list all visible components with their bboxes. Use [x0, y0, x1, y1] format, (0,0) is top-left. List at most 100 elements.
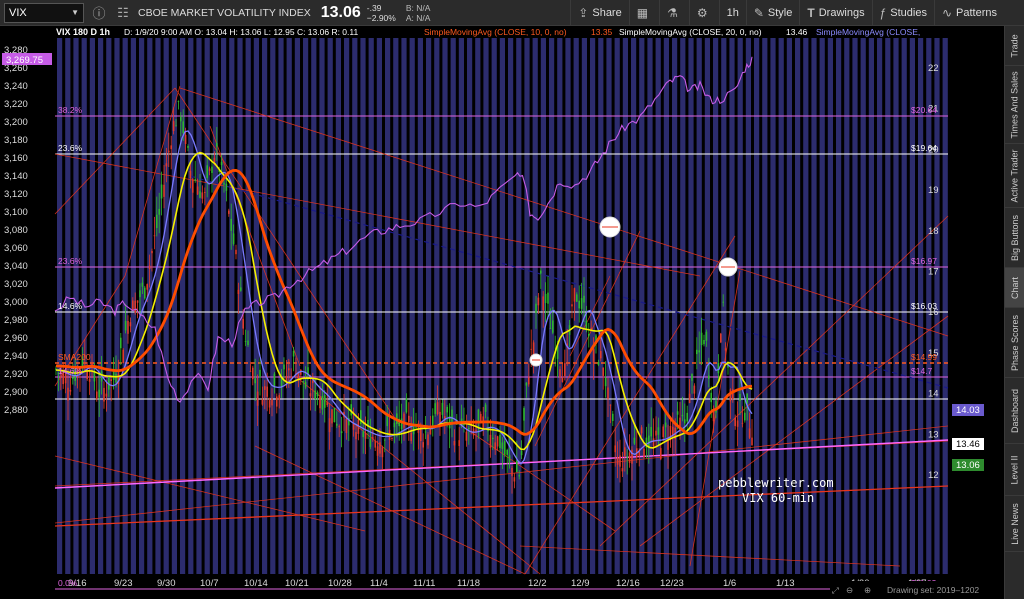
- session-band: [417, 38, 423, 574]
- candle-body: [504, 441, 506, 455]
- sidebar-tab-level-ii[interactable]: Level II: [1005, 444, 1024, 496]
- candle-body: [544, 293, 547, 303]
- sidebar-tab-active-trader[interactable]: Active Trader: [1005, 144, 1024, 208]
- sidebar-tab-dashboard[interactable]: Dashboard: [1005, 378, 1024, 444]
- grid-button[interactable]: ▦: [628, 0, 659, 26]
- right-sidebar: Trade Times And Sales Active Trader Big But…: [1004, 26, 1024, 599]
- candle-body: [266, 386, 268, 397]
- left-price-axis: 3,2803,2603,2403,2203,2003,1803,1603,140…: [4, 45, 28, 416]
- sidebar-tab-chart[interactable]: Chart: [1005, 268, 1024, 308]
- candle-body: [232, 233, 235, 244]
- patterns-button[interactable]: ∿ Patterns: [933, 0, 1004, 26]
- x-axis-tick-label: 1/13: [776, 578, 795, 589]
- session-band: [426, 38, 432, 574]
- candle-body: [129, 322, 132, 327]
- chevron-down-icon[interactable]: ▼: [71, 8, 79, 17]
- session-band: [409, 38, 415, 574]
- candle-body: [405, 398, 408, 413]
- drawings-button[interactable]: T Drawings: [799, 0, 871, 26]
- ask-value: A: N/A: [405, 12, 431, 23]
- candle-body: [736, 420, 739, 427]
- candle-body: [655, 430, 657, 436]
- price-chart[interactable]: VIX 180 D 1h D: 1/9/20 9:00 AM O: 13.04 …: [0, 26, 1004, 599]
- fib-level-left-label: 0.0%: [58, 578, 78, 588]
- x-axis-tick-label: 10/7: [200, 578, 219, 589]
- left-axis-tick-label: 2,980: [4, 315, 28, 326]
- zoom-in-icon[interactable]: ⊕: [864, 585, 871, 595]
- candle-body: [520, 450, 523, 456]
- left-axis-tick-label: 2,880: [4, 405, 28, 416]
- candle-body: [506, 449, 508, 455]
- settings-button[interactable]: ⚙: [688, 0, 719, 26]
- x-axis-tick-label: 12/9: [571, 578, 590, 589]
- candle-body: [192, 179, 194, 193]
- left-axis-tick-label: 3,140: [4, 171, 28, 182]
- candle-body: [345, 419, 348, 433]
- sidebar-tab-times-and-sales[interactable]: Times And Sales: [1005, 66, 1024, 144]
- sidebar-tab-live-news[interactable]: Live News: [1005, 496, 1024, 552]
- session-band: [401, 38, 407, 574]
- share-button[interactable]: ⇪ Share: [570, 0, 628, 26]
- candle-body: [484, 404, 487, 412]
- session-band: [171, 38, 177, 574]
- info-icon[interactable]: ⓘ: [90, 4, 108, 22]
- candle-body: [650, 427, 652, 437]
- candle-body: [724, 348, 727, 351]
- candle-body: [314, 390, 316, 399]
- candle-body: [571, 304, 573, 307]
- study1-value: 13.35: [591, 27, 613, 37]
- session-band: [360, 38, 366, 574]
- session-band: [475, 38, 481, 574]
- candle-body: [362, 431, 364, 438]
- candle-body: [240, 287, 242, 291]
- top-toolbar: VIX ▼ ⓘ ☷ CBOE MARKET VOLATILITY INDEX 1…: [0, 0, 1024, 26]
- drawing-set-label[interactable]: Drawing set: 2019–1202: [887, 585, 979, 595]
- sidebar-tab-phase-scores[interactable]: Phase Scores: [1005, 308, 1024, 378]
- left-axis-tick-label: 3,220: [4, 99, 28, 110]
- flask-button[interactable]: ⚗: [659, 0, 689, 26]
- candle-body: [657, 427, 660, 435]
- candle-body: [614, 445, 616, 453]
- fib-level-left-label: 23.6%: [58, 256, 83, 266]
- chart-area[interactable]: VIX 180 D 1h D: 1/9/20 9:00 AM O: 13.04 …: [0, 26, 1004, 599]
- candle-body: [379, 442, 381, 454]
- studies-button[interactable]: ƒ Studies: [871, 0, 934, 26]
- session-band: [704, 38, 710, 574]
- timeframe-button[interactable]: 1h: [718, 0, 746, 26]
- candle-body: [211, 166, 213, 173]
- last-price: 13.06: [320, 3, 361, 21]
- left-axis-tick-label: 3,160: [4, 153, 28, 164]
- candle-body: [391, 438, 393, 439]
- symbol-selector[interactable]: VIX ▼: [4, 2, 84, 23]
- fib-level-right-label: $14.99: [911, 352, 937, 362]
- candle-body: [271, 398, 273, 406]
- zoom-out-icon[interactable]: ⊖: [846, 585, 853, 595]
- candle-body: [712, 410, 715, 422]
- candle-body: [328, 418, 331, 433]
- candle-body: [604, 377, 607, 387]
- candle-body: [105, 393, 108, 397]
- left-axis-tick-label: 3,000: [4, 297, 28, 308]
- symbol-input[interactable]: VIX: [9, 7, 27, 19]
- candle-body: [696, 349, 698, 355]
- style-button[interactable]: ✎ Style: [745, 0, 800, 26]
- left-axis-tick-label: 2,960: [4, 333, 28, 344]
- candle-body: [465, 431, 468, 441]
- candle-body: [552, 320, 554, 333]
- session-band: [155, 38, 161, 574]
- session-band: [622, 38, 628, 574]
- right-axis-tick-label: 18: [928, 226, 939, 237]
- candle-body: [139, 290, 141, 298]
- candle-body: [372, 437, 374, 439]
- sidebar-tab-big-buttons[interactable]: Big Buttons: [1005, 208, 1024, 268]
- candle-body: [676, 411, 679, 415]
- expand-icon[interactable]: ⤢: [831, 585, 839, 595]
- candle-body: [168, 150, 170, 153]
- session-band: [590, 38, 596, 574]
- candle-body: [244, 341, 247, 342]
- watchlist-icon[interactable]: ☷: [114, 4, 132, 22]
- gear-icon: ⚙: [696, 6, 708, 20]
- study3-label: SimpleMovingAvg (CLOSE,: [816, 27, 920, 37]
- left-axis-tick-label: 3,040: [4, 261, 28, 272]
- sidebar-tab-trade[interactable]: Trade: [1005, 26, 1024, 66]
